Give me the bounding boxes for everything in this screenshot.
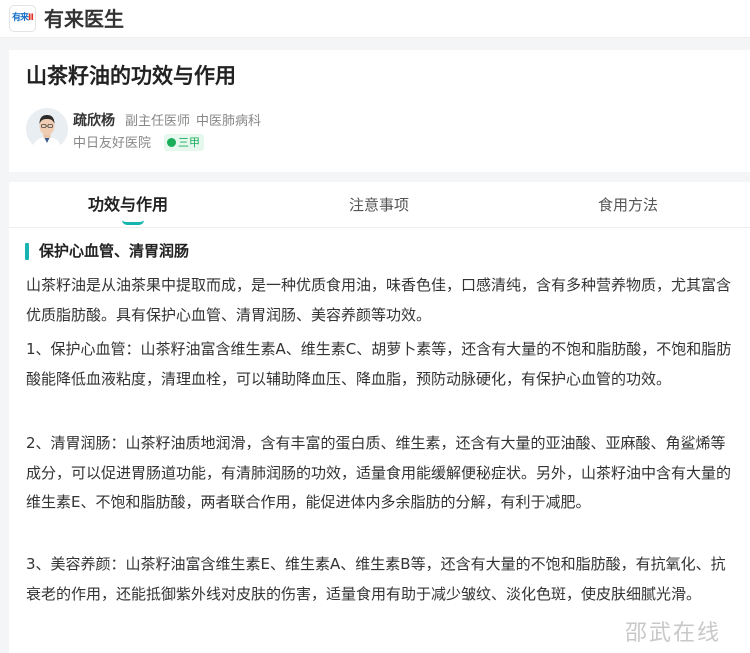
level-check-icon bbox=[167, 138, 176, 147]
tab-effects[interactable]: 功效与作用 bbox=[88, 194, 168, 216]
watermark: 邵武在线 bbox=[625, 621, 722, 646]
doctor-title: 副主任医师 bbox=[125, 114, 191, 129]
article-header: 山茶籽油的功效与作用 疏欣杨 副主任医师 中医肺病科 中日友好医院 三甲 bbox=[9, 50, 750, 172]
logo-text: 有来Ⅱ bbox=[12, 13, 34, 23]
top-bar: 有来Ⅱ 有来医生 bbox=[0, 0, 750, 38]
doctor-avatar[interactable] bbox=[26, 108, 68, 150]
section-title: 保护心血管、清胃润肠 bbox=[39, 242, 190, 260]
section-accent-bar bbox=[25, 243, 29, 260]
tab-usage[interactable]: 食用方法 bbox=[598, 194, 658, 216]
app-logo[interactable]: 有来Ⅱ bbox=[9, 5, 36, 32]
article-body: 功效与作用 注意事项 食用方法 保护心血管、清胃润肠 山茶籽油是从油茶果中提取而… bbox=[9, 182, 750, 653]
avatar-image bbox=[26, 108, 68, 150]
doctor-meta: 副主任医师 中医肺病科 bbox=[125, 112, 261, 132]
page-title: 山茶籽油的功效与作用 bbox=[26, 64, 236, 88]
paragraph-beauty: 3、美容养颜：山茶籽油富含维生素E、维生素A、维生素B等，还含有大量的不饱和脂肪… bbox=[26, 555, 726, 603]
active-tab-indicator bbox=[122, 220, 144, 225]
doctor-department: 中医肺病科 bbox=[196, 114, 262, 129]
doctor-hospital: 中日友好医院 bbox=[73, 136, 152, 151]
tab-bar: 功效与作用 注意事项 食用方法 bbox=[9, 182, 750, 228]
paragraph-intro: 山茶籽油是从油茶果中提取而成，是一种优质食用油，味香色佳，口感清纯，含有多种营养… bbox=[26, 276, 732, 324]
doctor-name[interactable]: 疏欣杨 bbox=[73, 111, 115, 131]
hospital-level: 三甲 bbox=[178, 136, 200, 149]
paragraph-cardiovascular: 1、保护心血管：山茶籽油富含维生素A、维生素C、胡萝卜素等，还含有大量的不饱和脂… bbox=[26, 340, 732, 388]
hospital-level-badge: 三甲 bbox=[164, 134, 204, 151]
paragraph-digestive: 2、清胃润肠：山茶籽油质地润滑，含有丰富的蛋白质、维生素，还含有大量的亚油酸、亚… bbox=[26, 434, 732, 511]
tab-precautions[interactable]: 注意事项 bbox=[349, 194, 409, 216]
brand-name[interactable]: 有来医生 bbox=[44, 6, 124, 32]
